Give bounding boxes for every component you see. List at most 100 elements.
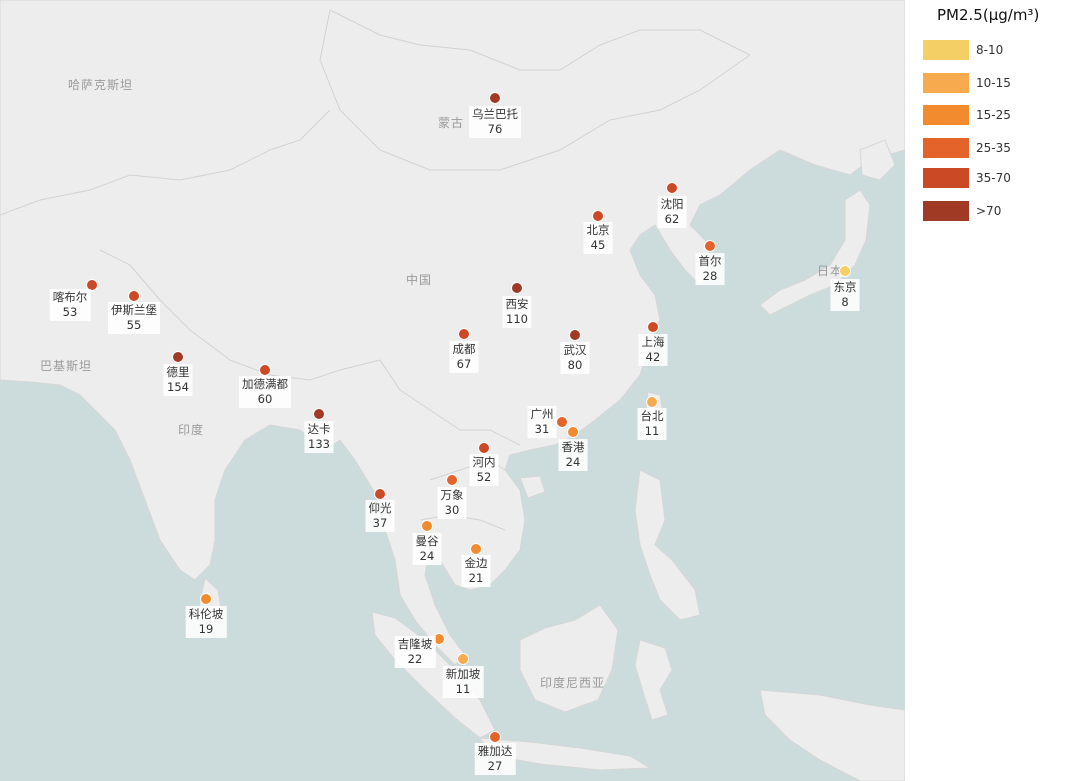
city-tag: 达卡 133	[304, 421, 334, 453]
city-name: 加德满都	[242, 377, 288, 391]
city-marker[interactable]	[555, 415, 568, 428]
city-name: 北京	[586, 223, 610, 237]
legend-item[interactable]: 35-70	[923, 168, 1011, 188]
city-value: 11	[455, 682, 471, 696]
city-tag: 金边 21	[461, 555, 491, 587]
city-name: 台北	[640, 409, 664, 423]
city-marker[interactable]	[591, 209, 604, 222]
city-name: 喀布尔	[52, 290, 88, 304]
city-name: 上海	[641, 335, 665, 349]
city-marker[interactable]	[258, 363, 271, 376]
city-name: 曼谷	[415, 534, 439, 548]
city-tag: 西安 110	[502, 296, 532, 328]
legend-swatch	[923, 73, 969, 93]
city-value: 22	[407, 652, 423, 666]
city-value: 67	[456, 357, 472, 371]
city-tag: 喀布尔 53	[49, 289, 91, 321]
city-value: 60	[257, 392, 273, 406]
legend-swatch	[923, 105, 969, 125]
legend-item[interactable]: 10-15	[923, 73, 1011, 93]
city-marker[interactable]	[420, 519, 433, 532]
city-marker[interactable]	[445, 473, 458, 486]
city-value: 76	[487, 122, 503, 136]
city-name: 河内	[472, 455, 496, 469]
city-name: 西安	[505, 297, 529, 311]
city-marker[interactable]	[488, 91, 501, 104]
legend-item[interactable]: 8-10	[923, 40, 1003, 60]
city-marker[interactable]	[373, 487, 386, 500]
city-value: 11	[644, 424, 660, 438]
city-name: 科伦坡	[188, 607, 224, 621]
city-tag: 东京 8	[830, 279, 860, 311]
legend-item[interactable]: >70	[923, 201, 1001, 221]
landmass-philippines	[634, 469, 701, 621]
city-value: 27	[487, 759, 503, 773]
city-value: 31	[534, 422, 550, 436]
city-marker[interactable]	[646, 320, 659, 333]
legend-title: PM2.5(μg/m³)	[937, 6, 1040, 24]
legend-swatch	[923, 201, 969, 221]
legend-label: 8-10	[976, 43, 1004, 57]
city-name: 首尔	[698, 254, 722, 268]
city-tag: 乌兰巴托 76	[469, 106, 521, 138]
country-label-indonesia: 印度尼西亚	[540, 676, 606, 690]
city-marker[interactable]	[171, 350, 184, 363]
city-value: 52	[476, 470, 492, 484]
landmass-borneo	[519, 604, 619, 713]
city-marker[interactable]	[488, 730, 501, 743]
city-marker[interactable]	[838, 264, 851, 277]
city-value: 37	[372, 516, 388, 530]
city-tag: 广州 31	[527, 406, 557, 438]
legend-swatch	[923, 40, 969, 60]
legend-item[interactable]: 25-35	[923, 138, 1011, 158]
city-value: 110	[506, 312, 528, 326]
city-marker[interactable]	[703, 239, 716, 252]
city-value: 21	[468, 571, 484, 585]
city-marker[interactable]	[566, 425, 579, 438]
landmass-newguinea	[759, 689, 905, 781]
city-value: 24	[419, 549, 435, 563]
city-name: 德里	[166, 365, 190, 379]
map-canvas[interactable]: 哈萨克斯坦 蒙古 中国 巴基斯坦 印度 日本 印度尼西亚 乌兰巴托 76 沈阳 62…	[0, 0, 905, 781]
city-value: 28	[702, 269, 718, 283]
city-name: 伊斯兰堡	[111, 303, 157, 317]
legend-swatch	[923, 138, 969, 158]
legend-item[interactable]: 15-25	[923, 105, 1011, 125]
city-name: 金边	[464, 556, 488, 570]
city-name: 沈阳	[660, 197, 684, 211]
city-marker[interactable]	[456, 652, 469, 665]
city-name: 武汉	[563, 343, 587, 357]
city-value: 133	[308, 437, 330, 451]
city-marker[interactable]	[127, 289, 140, 302]
city-marker[interactable]	[312, 407, 325, 420]
city-tag: 吉隆坡 22	[394, 636, 436, 668]
city-name: 新加坡	[445, 667, 481, 681]
city-marker[interactable]	[199, 592, 212, 605]
city-name: 东京	[833, 280, 857, 294]
city-marker[interactable]	[665, 181, 678, 194]
country-label-kazakhstan: 哈萨克斯坦	[68, 78, 134, 92]
legend-label: 15-25	[976, 108, 1011, 122]
city-value: 24	[565, 455, 581, 469]
city-marker[interactable]	[568, 328, 581, 341]
city-marker[interactable]	[457, 327, 470, 340]
city-tag: 武汉 80	[560, 342, 590, 374]
map-stage: 哈萨克斯坦 蒙古 中国 巴基斯坦 印度 日本 印度尼西亚 乌兰巴托 76 沈阳 62…	[0, 0, 1080, 781]
city-value: 53	[62, 305, 78, 319]
city-marker[interactable]	[645, 395, 658, 408]
city-value: 30	[444, 503, 460, 517]
city-value: 80	[567, 358, 583, 372]
city-marker[interactable]	[510, 281, 523, 294]
landmass-hainan	[519, 475, 546, 499]
city-value: 8	[841, 295, 849, 309]
legend-panel: PM2.5(μg/m³) 8-10 10-15 15-25 25-35 35-7…	[905, 0, 1080, 781]
city-marker[interactable]	[477, 441, 490, 454]
city-value: 19	[198, 622, 214, 636]
landmass-sulawesi	[634, 639, 673, 721]
city-tag: 上海 42	[638, 334, 668, 366]
city-tag: 新加坡 11	[442, 666, 484, 698]
country-label-china: 中国	[406, 273, 433, 287]
city-marker[interactable]	[469, 542, 482, 555]
legend-label: 10-15	[976, 76, 1011, 90]
city-tag: 成都 67	[449, 341, 479, 373]
